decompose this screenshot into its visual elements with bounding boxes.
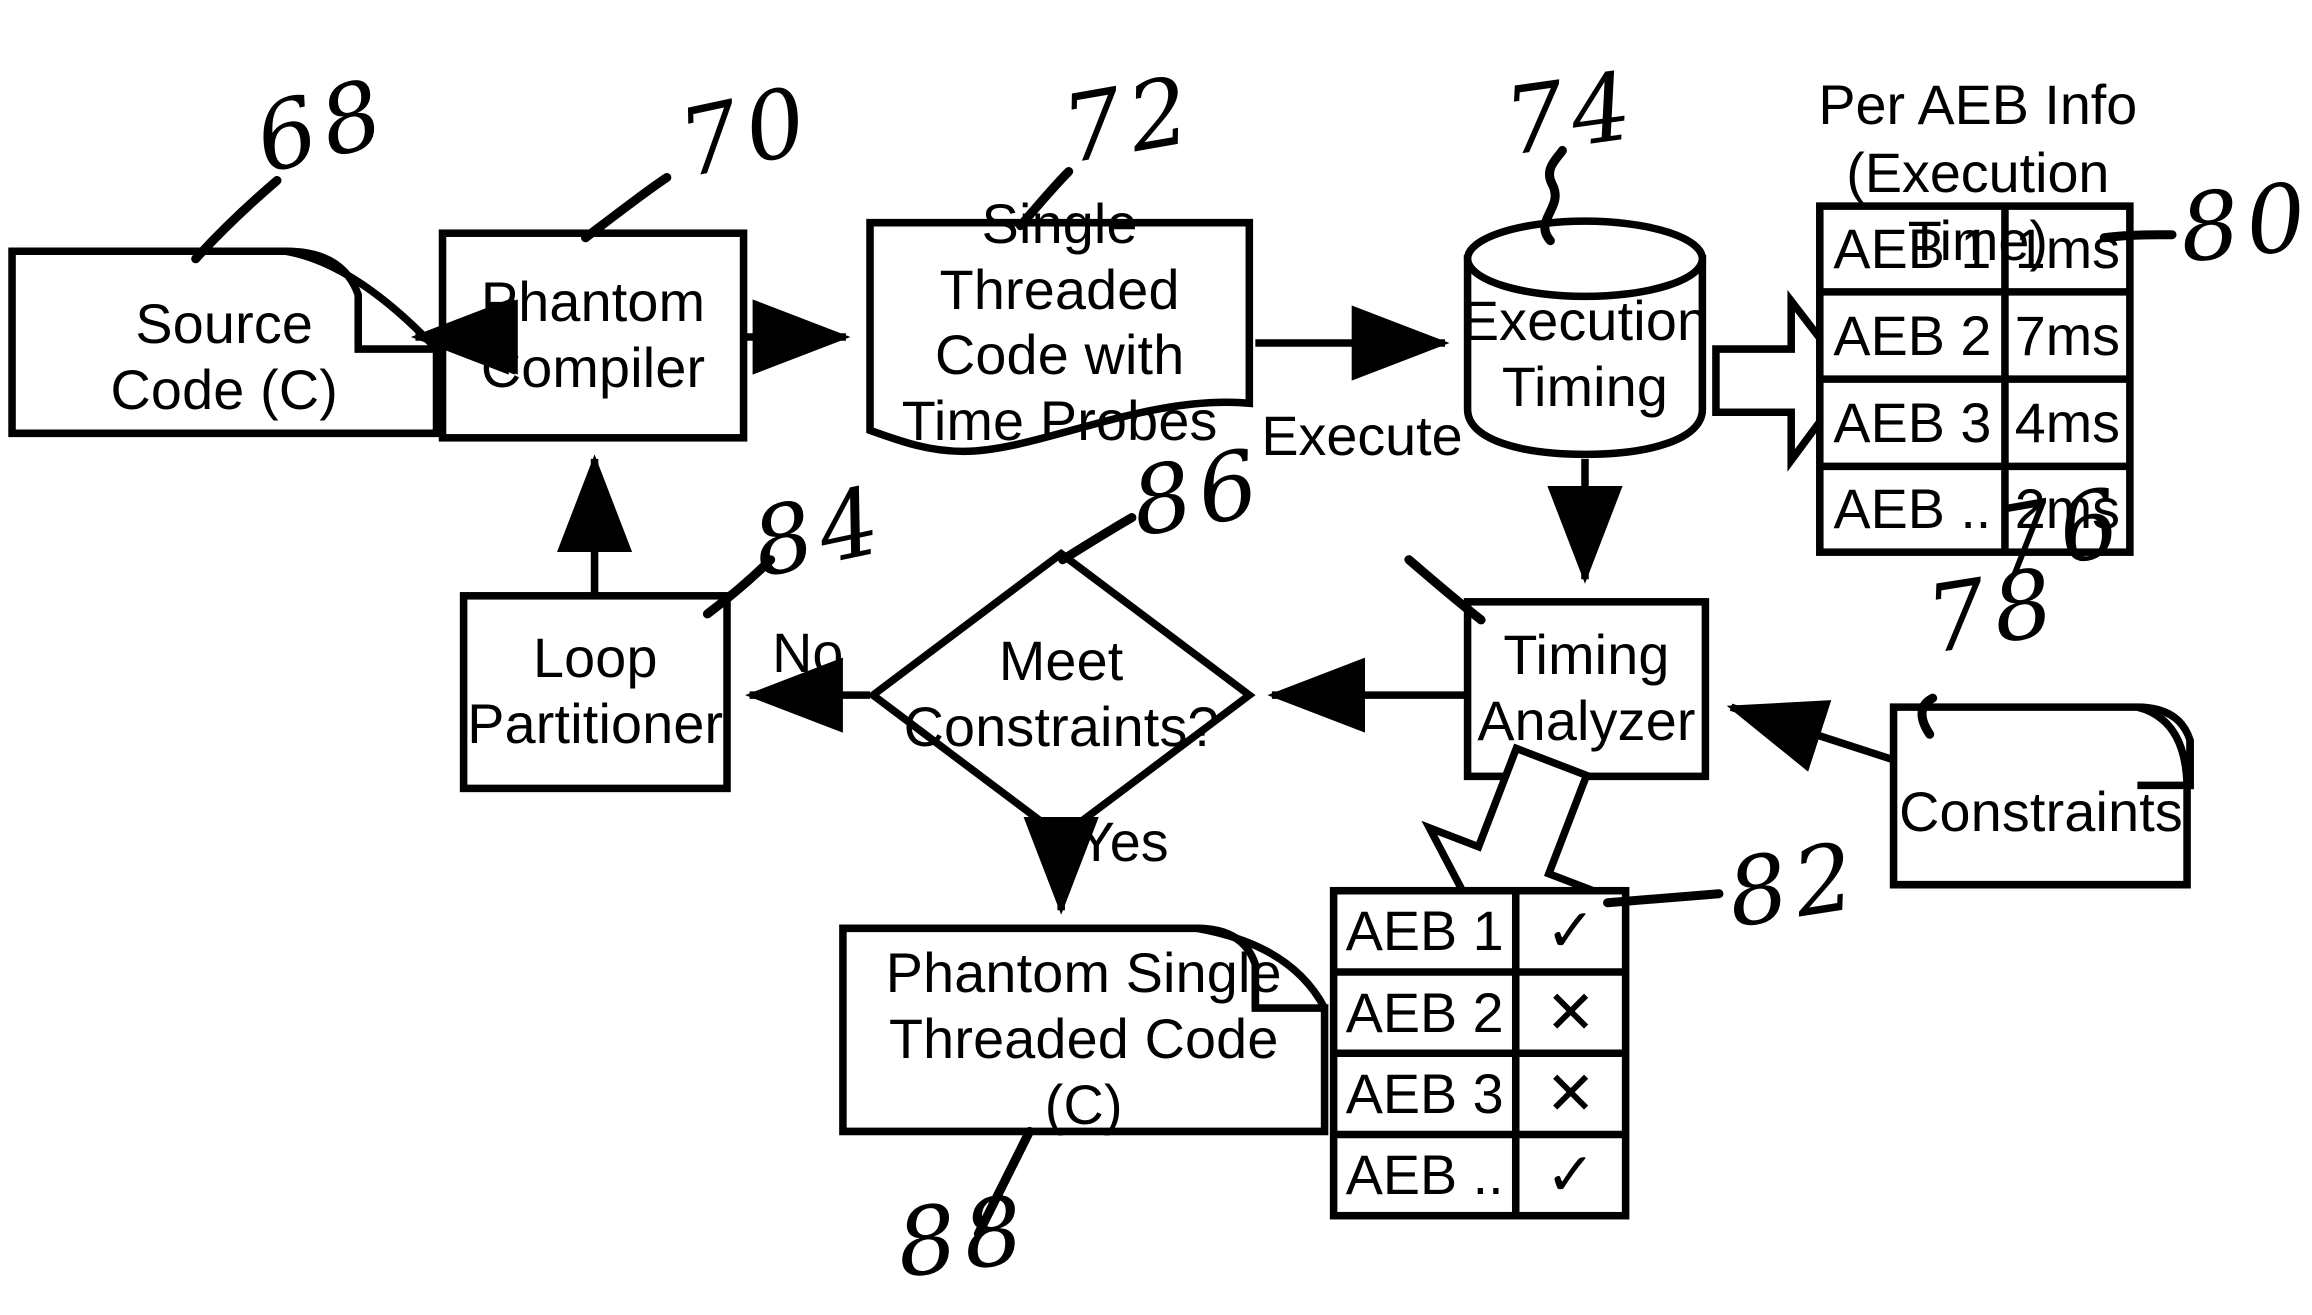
per-aeb-row-3-name: AEB 3 (1833, 391, 1992, 454)
arrow-constraints-to-analyzer (1726, 700, 1895, 772)
reference-numeral-86: 86 (1123, 428, 1274, 560)
aeb-result-row-3-name: AEB 3 (1345, 1062, 1504, 1125)
per-aeb-row-2-name: AEB 2 (1833, 304, 1992, 367)
leader-70 (581, 173, 672, 243)
edge-label-yes: Yes (1077, 811, 1169, 874)
aeb-result-row-2-name: AEB 2 (1345, 981, 1504, 1044)
aeb-result-row-1-value: ✓ (1545, 897, 1596, 965)
aeb-result-row-4-name: AEB .. (1345, 1144, 1504, 1207)
leader-72 (1016, 167, 1074, 231)
edge-label-execute: Execute (1261, 405, 1463, 468)
phantom-output-shape (839, 924, 1329, 1136)
reference-numeral-88: 88 (890, 1174, 1036, 1300)
reference-numeral-72: 72 (1054, 55, 1204, 186)
aeb-result-row-2-value: ✕ (1545, 978, 1596, 1046)
leader-68 (191, 176, 282, 264)
reference-numeral-82: 82 (1720, 820, 1869, 950)
reference-numeral-78: 78 (1918, 546, 2068, 676)
aeb-result-row-1-name: AEB 1 (1345, 900, 1504, 963)
timing-analyzer-shape (1463, 598, 1710, 781)
source-code-shape (8, 247, 441, 438)
reference-numeral-74: 74 (1498, 51, 1645, 178)
constraints-shape (1889, 703, 2194, 889)
per-aeb-row-2-value: 7ms (2014, 304, 2120, 367)
edge-label-no: No (772, 621, 844, 684)
loop-partitioner-shape (459, 592, 731, 793)
figure-canvas: Source Code (C) Phantom Compiler Single … (0, 0, 2312, 1315)
per-aeb-row-4-name: AEB .. (1833, 478, 1992, 541)
per-aeb-row-1-name: AEB 1 (1833, 218, 1992, 280)
leader-86 (1058, 513, 1137, 565)
phantom-compiler-shape (438, 229, 748, 442)
aeb-result-row-4-value: ✓ (1545, 1141, 1596, 1209)
per-aeb-row-1-value: 1ms (2014, 218, 2120, 280)
execution-timing-shape (1463, 217, 1707, 459)
reference-numeral-80: 80 (2174, 161, 2312, 285)
leader-76 (1404, 555, 1486, 625)
single-threaded-code-shape (866, 218, 1254, 456)
aeb-result-row-3-value: ✕ (1545, 1059, 1596, 1127)
per-aeb-row-3-value: 4ms (2014, 391, 2120, 454)
meet-constraints-shape (866, 548, 1256, 842)
